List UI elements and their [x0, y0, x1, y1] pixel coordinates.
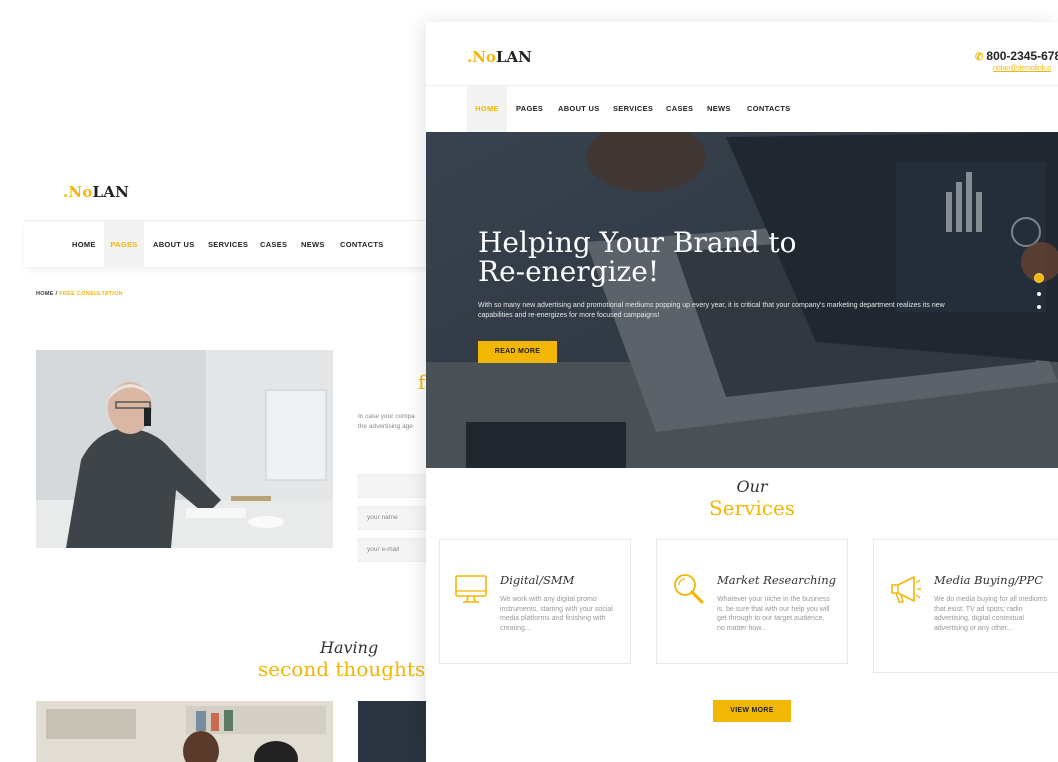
- back-nav-pages[interactable]: PAGES: [104, 221, 144, 268]
- man-on-phone-image: [36, 350, 333, 548]
- back-nav-contacts[interactable]: CONTACTS: [340, 221, 384, 268]
- breadcrumb: HOME / FREE CONSULTATION: [36, 291, 123, 297]
- back-nav-home[interactable]: HOME: [72, 221, 96, 268]
- services-heading-top: Our: [736, 477, 768, 496]
- services-heading: Services: [708, 496, 796, 520]
- service-text: We do media buying for all mediums that …: [934, 596, 1048, 633]
- back-logo[interactable]: .NoLAN: [63, 183, 129, 201]
- second-thoughts-heading-top: Having: [320, 638, 379, 657]
- consultation-heading-partial: f: [418, 370, 426, 394]
- service-card-media-buying[interactable]: Media Buying/PPC We do media buying for …: [873, 539, 1058, 673]
- breadcrumb-separator: /: [55, 291, 58, 297]
- service-title: Media Buying/PPC: [934, 573, 1044, 587]
- service-title: Market Researching: [717, 573, 836, 587]
- monitor-icon: [455, 575, 487, 603]
- back-main-nav: HOME PAGES ABOUT US SERVICES CASES NEWS …: [24, 220, 444, 268]
- email-field[interactable]: your e-mail: [358, 538, 428, 562]
- back-nav-services[interactable]: SERVICES: [208, 221, 248, 268]
- second-thoughts-heading-bottom: second thoughts: [258, 657, 426, 681]
- magnifier-icon: [674, 574, 704, 604]
- back-form-field-empty[interactable]: [358, 474, 428, 498]
- breadcrumb-home[interactable]: HOME: [36, 291, 54, 297]
- service-card-digital-smm[interactable]: Digital/SMM We work with any digital pro…: [439, 539, 631, 664]
- service-title: Digital/SMM: [500, 573, 575, 587]
- back-nav-cases[interactable]: CASES: [260, 221, 287, 268]
- service-text: Whatever your niche in the business is, …: [717, 596, 830, 633]
- office-woman-image: [36, 701, 333, 762]
- breadcrumb-current: FREE CONSULTATION: [59, 291, 123, 297]
- service-card-market-researching[interactable]: Market Researching Whatever your niche i…: [656, 539, 848, 664]
- consultation-intro-text: In case your compa the advertising age: [358, 413, 415, 430]
- view-more-button[interactable]: VIEW MORE: [713, 700, 791, 722]
- service-text: We work with any digital promo instrumen…: [500, 596, 613, 633]
- dark-texture-image: [358, 701, 428, 762]
- back-nav-news[interactable]: NEWS: [301, 221, 325, 268]
- name-field[interactable]: your name: [358, 506, 428, 530]
- back-nav-about-us[interactable]: ABOUT US: [153, 221, 195, 268]
- megaphone-icon: [891, 576, 921, 603]
- services-section: Our Services Digital/SMM We work with an…: [426, 0, 1058, 762]
